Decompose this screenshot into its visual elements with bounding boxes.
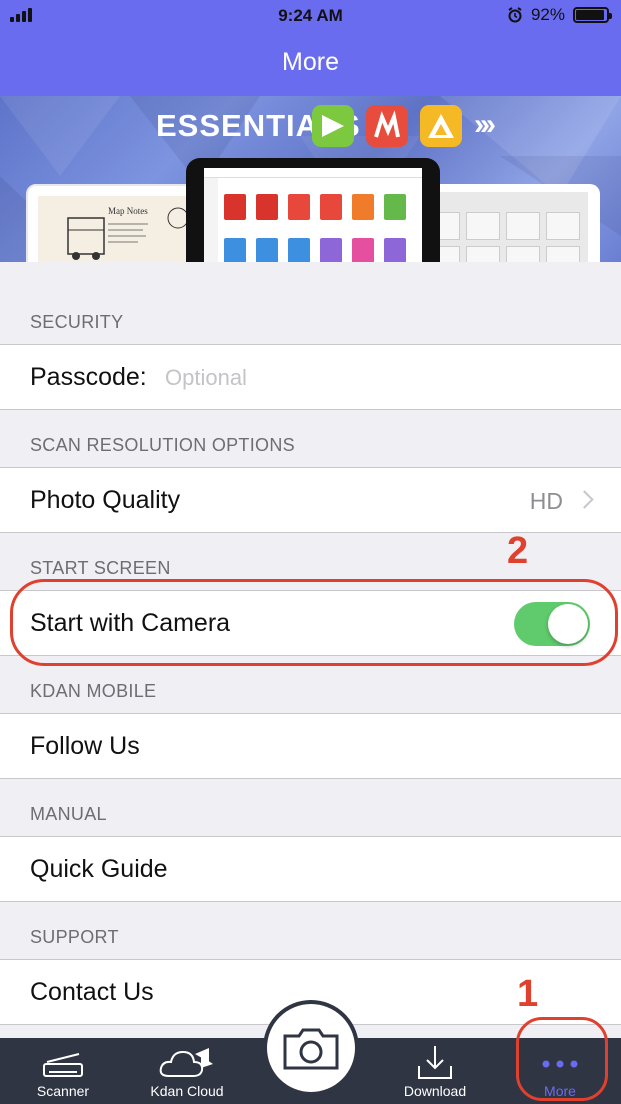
- chevrons-icon: ›››: [474, 108, 496, 141]
- annotation-oval-start-camera: [10, 579, 618, 666]
- manual-section-header: MANUAL: [30, 804, 107, 824]
- start-screen-section-header: START SCREEN: [30, 558, 171, 578]
- tablet-map-notes: Map Notes: [26, 184, 206, 262]
- kdan-app-icon-red: [366, 105, 408, 147]
- tablet-documents: [186, 158, 440, 262]
- essentials-banner[interactable]: ESSENTIALS ››› Map Notes: [0, 96, 621, 262]
- tab-download[interactable]: Download: [392, 1038, 478, 1104]
- status-bar: 9:24 AM 92%: [0, 0, 621, 32]
- annotation-oval-more-tab: [516, 1017, 608, 1101]
- security-section-header: SECURITY: [30, 312, 124, 332]
- navigation-bar: More: [0, 32, 621, 96]
- photo-quality-label: Photo Quality: [30, 486, 181, 514]
- kdan-app-icon-green: [312, 105, 354, 147]
- kdan-cloud-icon: [159, 1048, 213, 1077]
- kdan-app-icon-yellow: [420, 105, 462, 147]
- tab-scanner[interactable]: Scanner: [20, 1038, 106, 1104]
- alarm-clock-icon: [508, 7, 522, 23]
- quick-guide-row[interactable]: Quick Guide: [0, 836, 621, 902]
- page-title: More: [282, 48, 339, 76]
- passcode-input[interactable]: Optional: [165, 365, 247, 391]
- annotation-number-1: 1: [517, 973, 539, 1015]
- passcode-row[interactable]: Passcode: Optional: [0, 344, 621, 410]
- battery-percent: 92%: [530, 5, 565, 24]
- tab-scanner-label: Scanner: [36, 1083, 90, 1099]
- support-section-header: SUPPORT: [30, 927, 119, 947]
- follow-us-label: Follow Us: [30, 732, 140, 760]
- download-icon: [418, 1046, 452, 1079]
- passcode-label: Passcode:: [30, 363, 147, 391]
- camera-icon: [283, 1028, 339, 1070]
- chevron-right-icon: [575, 490, 594, 509]
- quick-guide-label: Quick Guide: [30, 855, 168, 883]
- camera-capture-button[interactable]: [263, 1000, 359, 1096]
- battery-icon: [573, 7, 612, 23]
- kdan-mobile-section-header: KDAN MOBILE: [30, 681, 157, 701]
- scan-resolution-section-header: SCAN RESOLUTION OPTIONS: [30, 435, 295, 455]
- tab-download-label: Download: [403, 1083, 467, 1099]
- photo-quality-value: HD: [529, 488, 563, 514]
- contact-us-label: Contact Us: [30, 978, 154, 1006]
- photo-quality-row[interactable]: Photo Quality HD: [0, 467, 621, 533]
- tab-kdan-cloud-label: Kdan Cloud: [150, 1083, 224, 1099]
- follow-us-row[interactable]: Follow Us: [0, 713, 621, 779]
- sketch-illustration: [67, 207, 189, 260]
- scanner-icon: [43, 1053, 83, 1077]
- annotation-number-2: 2: [507, 530, 529, 572]
- tab-kdan-cloud[interactable]: Kdan Cloud: [142, 1038, 232, 1104]
